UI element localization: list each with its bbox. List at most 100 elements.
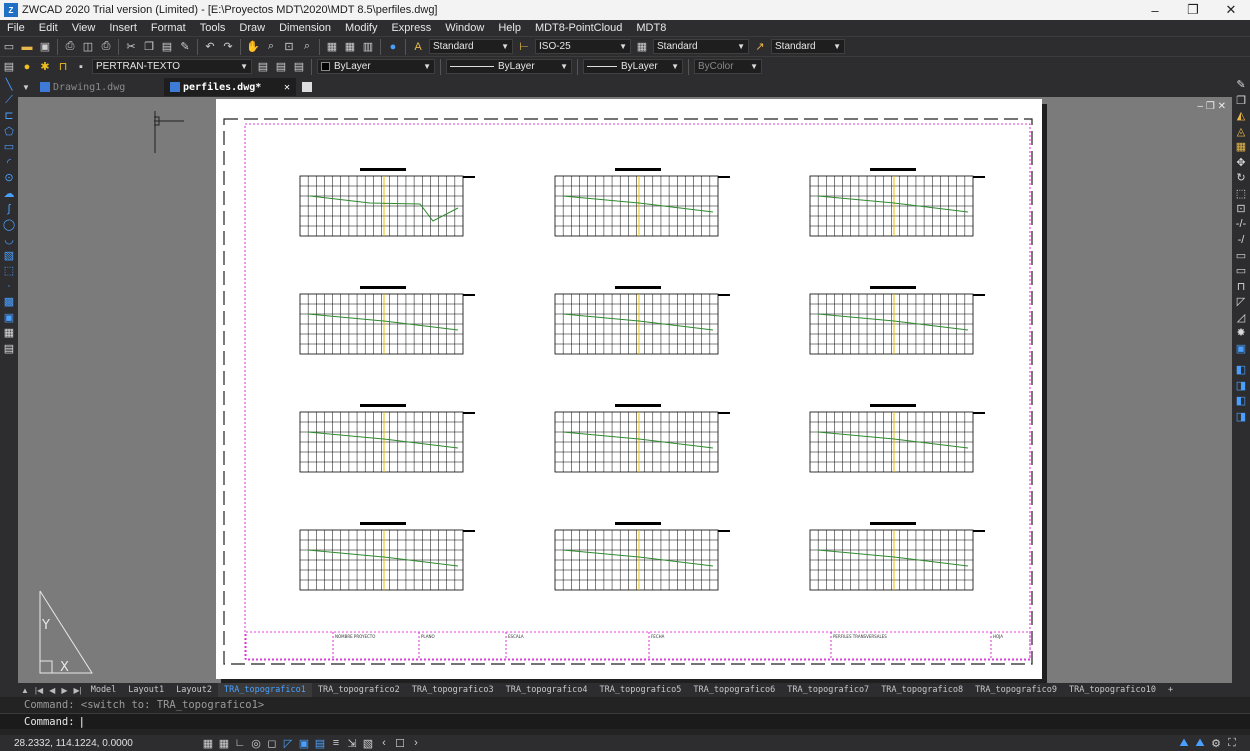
menu-draw[interactable]: Draw [232, 22, 272, 34]
move-icon[interactable]: ✥ [1232, 155, 1250, 171]
menu-window[interactable]: Window [438, 22, 491, 34]
restore-button[interactable]: ❐ [1174, 0, 1212, 20]
back-layout-icon[interactable]: ◀ [46, 686, 58, 695]
close-button[interactable]: ✕ [1212, 0, 1250, 20]
lineweight-icon[interactable]: ≡ [328, 736, 344, 750]
color-select[interactable]: ByLayer ▼ [317, 59, 435, 74]
layout-tab[interactable]: Layout1 [122, 683, 170, 697]
last-layout-icon[interactable]: ▶| [70, 686, 84, 695]
scale-icon[interactable]: ⬚ [1232, 186, 1250, 202]
break-icon[interactable]: ▭ [1232, 263, 1250, 279]
text-style-select[interactable]: Standard ▼ [429, 39, 513, 54]
ellipse-icon[interactable]: ◯ [0, 217, 18, 233]
quick-properties-icon[interactable]: ☐ [392, 736, 408, 750]
explode-icon[interactable]: ✸ [1232, 325, 1250, 341]
close-tab-icon[interactable]: ✕ [284, 82, 290, 93]
xline-icon[interactable]: ⟋ [0, 93, 18, 109]
preview-icon[interactable]: ◫ [81, 40, 95, 54]
layout-tab[interactable]: Layout2 [170, 683, 218, 697]
line-icon[interactable]: ╲ [0, 77, 18, 93]
layout-tab[interactable]: TRA_topografico6 [687, 683, 781, 697]
annotation-scale-icon[interactable]: ⛰ [1176, 736, 1192, 750]
join-icon[interactable]: ⊓ [1232, 279, 1250, 295]
add-layout-button[interactable]: + [1162, 683, 1179, 697]
mirror-icon[interactable]: ◭ [1232, 108, 1250, 124]
doc-tab-perfiles[interactable]: perfiles.dwg* ✕ [164, 78, 296, 96]
ellipse-arc-icon[interactable]: ◡ [0, 232, 18, 248]
draworder-above-icon[interactable]: ◧ [1232, 393, 1250, 409]
array-icon[interactable]: ▦ [1232, 139, 1250, 155]
copy-object-icon[interactable]: ❐ [1232, 93, 1250, 109]
zoom-realtime-icon[interactable]: ⌕ [264, 40, 278, 54]
rotate-icon[interactable]: ↻ [1232, 170, 1250, 186]
pan-icon[interactable]: ✋ [246, 40, 260, 54]
prev-layout-icon[interactable]: |◀ [32, 686, 46, 695]
layer-lock-icon[interactable]: ⊓ [56, 60, 70, 74]
layer-on-icon[interactable]: ● [20, 60, 34, 74]
ducs-icon[interactable]: ▣ [296, 736, 312, 750]
layout-tab[interactable]: TRA_topografico2 [312, 683, 406, 697]
redo-icon[interactable]: ↷ [221, 40, 235, 54]
tabs-menu-icon[interactable]: ▼ [18, 83, 34, 92]
arc-icon[interactable]: ◜ [0, 155, 18, 171]
table-style-select[interactable]: Standard ▼ [653, 39, 749, 54]
layer-plot-icon[interactable]: ▪ [74, 60, 88, 74]
copy-icon[interactable]: ❐ [142, 40, 156, 54]
cut-icon[interactable]: ✂ [124, 40, 138, 54]
stretch-icon[interactable]: ⊡ [1232, 201, 1250, 217]
mtext-icon[interactable]: ▤ [0, 341, 18, 357]
chamfer-icon[interactable]: ◸ [1232, 294, 1250, 310]
menu-help[interactable]: Help [491, 22, 528, 34]
next-layout-icon[interactable]: ▶ [58, 686, 70, 695]
draworder-back-icon[interactable]: ◨ [1232, 378, 1250, 394]
layout-tab[interactable]: TRA_topografico10 [1063, 683, 1162, 697]
fullscreen-icon[interactable]: ⛶ [1224, 736, 1240, 750]
polyline-icon[interactable]: ⊏ [0, 108, 18, 124]
layer-select[interactable]: PERTRAN-TEXTO ▼ [92, 59, 252, 74]
draworder-front-icon[interactable]: ◧ [1232, 362, 1250, 378]
menu-mdt8[interactable]: MDT8 [629, 22, 673, 34]
status-more-left-icon[interactable]: ‹ [376, 736, 392, 750]
polar-icon[interactable]: ◎ [248, 736, 264, 750]
help-icon[interactable]: ● [386, 40, 400, 54]
plotstyle-select[interactable]: ByColor ▼ [694, 59, 762, 74]
menu-dimension[interactable]: Dimension [272, 22, 338, 34]
make-block-icon[interactable]: ⬚ [0, 263, 18, 279]
mleader-style-select[interactable]: Standard ▼ [771, 39, 845, 54]
layout-tab[interactable]: TRA_topografico7 [781, 683, 875, 697]
point-icon[interactable]: · [0, 279, 18, 295]
doc-tab-drawing1[interactable]: Drawing1.dwg [34, 78, 164, 96]
menu-express[interactable]: Express [384, 22, 438, 34]
layout-tab[interactable]: TRA_topografico8 [875, 683, 969, 697]
grid-icon[interactable]: ▦ [200, 736, 216, 750]
fillet-icon[interactable]: ◿ [1232, 310, 1250, 326]
extend-icon[interactable]: -/ [1232, 232, 1250, 248]
first-layout-icon[interactable]: ▲ [18, 686, 32, 695]
drawing-canvas[interactable]: NOMBRE PROYECTO PLANO ESCALA FECHA PERFILES … [18, 97, 1232, 684]
layer-freeze-icon[interactable]: ✱ [38, 60, 52, 74]
layout-tab[interactable]: Model [85, 683, 123, 697]
undo-icon[interactable]: ↶ [203, 40, 217, 54]
menu-modify[interactable]: Modify [338, 22, 384, 34]
menu-insert[interactable]: Insert [102, 22, 144, 34]
osnap-icon[interactable]: ◻ [264, 736, 280, 750]
layout-tab[interactable]: TRA_topografico4 [500, 683, 594, 697]
menu-file[interactable]: File [0, 22, 32, 34]
menu-edit[interactable]: Edit [32, 22, 65, 34]
insert-block-icon[interactable]: ▧ [0, 248, 18, 264]
selection-cycling-icon[interactable]: ▧ [360, 736, 376, 750]
snap-icon[interactable]: ▦ [216, 736, 232, 750]
print-icon[interactable]: ⎙ [63, 40, 77, 54]
menu-mdt8-pointcloud[interactable]: MDT8-PointCloud [528, 22, 629, 34]
otrack-icon[interactable]: ◸ [280, 736, 296, 750]
revcloud-icon[interactable]: ☁ [0, 186, 18, 202]
status-more-right-icon[interactable]: › [408, 736, 424, 750]
spline-icon[interactable]: ∫ [0, 201, 18, 217]
annotation-visibility-icon[interactable]: ⛰ [1192, 736, 1208, 750]
command-input[interactable]: Command: | [0, 713, 1250, 729]
layout-tab[interactable]: TRA_topografico9 [969, 683, 1063, 697]
menu-format[interactable]: Format [144, 22, 193, 34]
offset-icon[interactable]: ◬ [1232, 124, 1250, 140]
layout-tab[interactable]: TRA_topografico3 [406, 683, 500, 697]
lineweight-select[interactable]: ByLayer ▼ [583, 59, 683, 74]
